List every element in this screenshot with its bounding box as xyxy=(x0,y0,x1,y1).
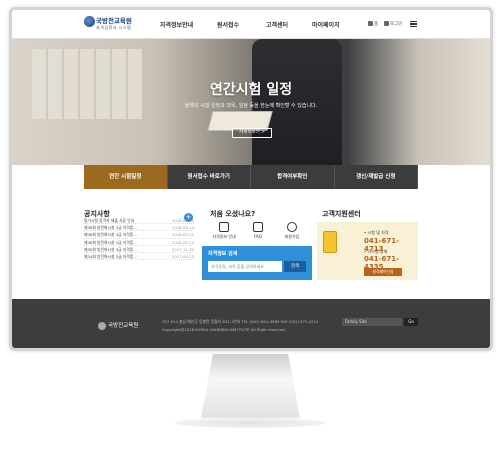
search-label: 자격정보 검색 xyxy=(208,251,238,257)
monitor-frame: 국방전교육원 자격검정서 시스템 자격정보안내 원서접수 고객센터 마이페이지 … xyxy=(9,7,493,351)
family-site-go-button[interactable]: Go xyxy=(404,318,418,326)
cert-search-box: 자격정보 검색 자격증명, 과목 등을 입력하세요. 검색 xyxy=(202,246,312,280)
tab-pass-check[interactable]: 합격여부확인 xyxy=(251,165,335,189)
remote-support-button[interactable]: 원격제어신청 xyxy=(364,268,402,276)
faq-icon xyxy=(253,222,263,232)
site-footer: 국방전교육원 357-914 충남 예산군 응봉면 응월리 831-1번지 TE… xyxy=(12,299,490,348)
user-icon xyxy=(287,222,297,232)
notice-row[interactable]: 제38회 방전화시설 3급 자격증... 2018-08-14 xyxy=(84,224,194,232)
certificate-icon xyxy=(219,222,229,232)
logo-title: 국방전교육원 xyxy=(96,17,132,25)
search-input[interactable]: 자격증명, 과목 등을 입력하세요. xyxy=(208,261,282,272)
website-screen: 국방전교육원 자격검정서 시스템 자격정보안내 원서접수 고객센터 마이페이지 … xyxy=(12,10,490,348)
login-link[interactable]: 로그인 xyxy=(384,21,402,27)
notice-row[interactable]: 제35회 방전화시설 3급 자격증... 2017-11-30 xyxy=(84,246,194,253)
hamburger-menu-icon[interactable] xyxy=(410,21,417,27)
phone-icon xyxy=(323,231,337,253)
hero-banner: 연간시험 일정 올해의 시험 일정과 과목, 일정 등을 한눈에 확인할 수 있… xyxy=(12,39,490,165)
hero-subtitle: 올해의 시험 일정과 과목, 일정 등을 한눈에 확인할 수 있습니다. xyxy=(184,103,318,109)
nav-item-apply[interactable]: 원서접수 xyxy=(217,20,239,29)
site-logo[interactable]: 국방전교육원 자격검정서 시스템 xyxy=(84,15,144,35)
notice-row[interactable]: 제38회 방전화시설 3급 자격증... 2018-05-31 xyxy=(84,231,194,239)
hero-more-button[interactable]: 자세히보기 > xyxy=(232,128,272,138)
home-icon xyxy=(368,21,373,26)
footer-emblem-icon xyxy=(98,321,106,330)
customer-center-box: • 시험 및 자격 041-671-4713 • 시스템 장애 041-671-… xyxy=(317,222,418,280)
quick-cert-info[interactable]: 자격정보 안내 xyxy=(210,222,238,240)
nav-item-cert-info[interactable]: 자격정보안내 xyxy=(160,20,193,29)
quick-menu: 연간 시험일정 원서접수 바로가기 합격여부확인 갱신/재발급 신청 xyxy=(84,165,418,189)
tab-annual-schedule[interactable]: 연간 시험일정 xyxy=(84,165,168,189)
footer-address: 357-914 충남 예산군 응봉면 응월리 831-1번지 TEL (041)… xyxy=(162,319,319,324)
nav-item-mypage[interactable]: 마이페이지 xyxy=(312,20,340,29)
footer-copyright: Copyright@2018 KOREA LEARNING INSTITUTE … xyxy=(162,327,286,332)
notice-list: 필기시험 합격자 제출 서류 안내 2018-09-20 제38회 방전화시설 3… xyxy=(84,217,194,261)
notice-row[interactable]: 필기시험 합격자 제출 서류 안내 2018-09-20 xyxy=(84,217,194,225)
customer-center-title: 고객지원센터 xyxy=(322,210,361,218)
notice-row[interactable]: 제34회 방전화시설 2급 자격증... 2017-09-25 xyxy=(84,253,194,261)
lock-icon xyxy=(384,21,389,26)
quick-signup[interactable]: 회원가입 xyxy=(278,222,306,240)
footer-logo: 국방전교육원 xyxy=(98,321,138,330)
tab-apply-shortcut[interactable]: 원서접수 바로가기 xyxy=(167,165,251,189)
family-site-select[interactable]: Family Site xyxy=(342,318,402,326)
first-visit-title: 처음 오셨나요? xyxy=(210,210,256,218)
monitor-stand-base xyxy=(175,418,326,428)
emblem-icon xyxy=(84,16,95,27)
exam-support-label: • 시험 및 자격 xyxy=(364,230,389,235)
home-link[interactable]: 홈 xyxy=(368,21,378,27)
notice-row[interactable]: 제36회 방전화시설 2급 자격증... 2018-02-23 xyxy=(84,239,194,246)
tab-renewal[interactable]: 갱신/재발급 신청 xyxy=(334,165,418,189)
monitor-stand-neck xyxy=(201,354,300,418)
nav-item-support[interactable]: 고객센터 xyxy=(266,20,288,29)
search-button[interactable]: 검색 xyxy=(284,261,306,272)
logo-subtitle: 자격검정서 시스템 xyxy=(96,25,132,30)
hero-title: 연간시험 일정 xyxy=(209,82,293,98)
quick-faq[interactable]: FAQ xyxy=(244,222,272,239)
site-header: 국방전교육원 자격검정서 시스템 자격정보안내 원서접수 고객센터 마이페이지 … xyxy=(12,10,490,39)
